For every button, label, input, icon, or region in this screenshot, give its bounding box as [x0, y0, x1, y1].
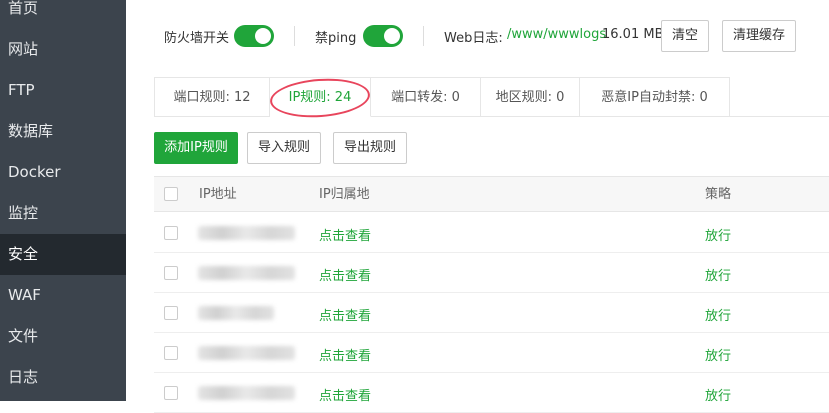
rule-tabs: 端口规则: 12 IP规则: 24 端口转发: 0 地区规则: 0 恶意IP自动… [154, 77, 829, 117]
clear-cache-button[interactable]: 清理缓存 [722, 20, 796, 52]
policy-value[interactable]: 放行 [705, 385, 731, 404]
table-row: 点击查看 放行 [154, 293, 829, 333]
firewall-label: 防火墙开关 [164, 31, 230, 46]
view-location-link[interactable]: 点击查看 [319, 305, 371, 324]
view-location-link[interactable]: 点击查看 [319, 385, 371, 404]
policy-value[interactable]: 放行 [705, 305, 731, 324]
sidebar-item-website[interactable]: 网站 [0, 29, 126, 70]
add-ip-rule-button[interactable]: 添加IP规则 [154, 132, 238, 164]
table-row: 点击查看 放行 [154, 373, 829, 413]
ping-toggle[interactable] [363, 25, 403, 47]
ip-address-redacted [198, 226, 295, 240]
sidebar-item-database[interactable]: 数据库 [0, 111, 126, 152]
sidebar: 首页 网站 FTP 数据库 Docker 监控 安全 WAF 文件 日志 [0, 0, 126, 401]
ip-address-redacted [198, 266, 295, 280]
sidebar-item-waf[interactable]: WAF [0, 275, 126, 316]
divider [294, 26, 295, 46]
row-checkbox[interactable] [164, 346, 178, 360]
weblog-label: Web日志: [444, 31, 503, 46]
clear-log-button[interactable]: 清空 [661, 20, 709, 52]
ip-address-redacted [198, 306, 274, 320]
tab-malicious-ip-ban[interactable]: 恶意IP自动封禁: 0 [580, 77, 730, 117]
sidebar-item-ftp[interactable]: FTP [0, 70, 126, 111]
select-all-checkbox[interactable] [164, 187, 178, 201]
table-header: IP地址 IP归属地 策略 [154, 176, 829, 212]
security-toolbar: 防火墙开关 禁ping Web日志: /www/wwwlogs 16.01 MB… [126, 20, 829, 52]
sidebar-item-docker[interactable]: Docker [0, 152, 126, 193]
weblog-size: 16.01 MB [602, 27, 664, 42]
column-ip-address: IP地址 [199, 187, 237, 202]
view-location-link[interactable]: 点击查看 [319, 225, 371, 244]
sidebar-item-monitor[interactable]: 监控 [0, 193, 126, 234]
column-ip-location: IP归属地 [319, 187, 370, 202]
firewall-toggle[interactable] [234, 25, 274, 47]
row-checkbox[interactable] [164, 266, 178, 280]
row-checkbox[interactable] [164, 386, 178, 400]
ip-address-redacted [198, 386, 295, 400]
weblog-path-link[interactable]: /www/wwwlogs [507, 27, 606, 42]
table-row: 点击查看 放行 [154, 253, 829, 293]
policy-value[interactable]: 放行 [705, 265, 731, 284]
column-policy: 策略 [705, 187, 732, 202]
divider [423, 26, 424, 46]
export-rules-button[interactable]: 导出规则 [333, 132, 407, 164]
tab-port-rules[interactable]: 端口规则: 12 [154, 77, 270, 117]
import-rules-button[interactable]: 导入规则 [247, 132, 321, 164]
policy-value[interactable]: 放行 [705, 345, 731, 364]
tab-region-rules[interactable]: 地区规则: 0 [481, 77, 580, 117]
sidebar-item-files[interactable]: 文件 [0, 316, 126, 357]
row-checkbox[interactable] [164, 306, 178, 320]
view-location-link[interactable]: 点击查看 [319, 265, 371, 284]
row-checkbox[interactable] [164, 226, 178, 240]
view-location-link[interactable]: 点击查看 [319, 345, 371, 364]
sidebar-item-security[interactable]: 安全 [0, 234, 126, 275]
table-row: 点击查看 放行 [154, 213, 829, 253]
sidebar-item-logs[interactable]: 日志 [0, 357, 126, 398]
ping-label: 禁ping [315, 31, 357, 46]
policy-value[interactable]: 放行 [705, 225, 731, 244]
sidebar-item-home[interactable]: 首页 [0, 0, 126, 29]
ip-rules-table: IP地址 IP归属地 策略 点击查看 放行 点击查看 放行 点击查看 放行 点击… [154, 176, 829, 413]
table-row: 点击查看 放行 [154, 333, 829, 373]
ip-address-redacted [198, 346, 295, 360]
tab-port-forward[interactable]: 端口转发: 0 [371, 77, 481, 117]
main-panel: 防火墙开关 禁ping Web日志: /www/wwwlogs 16.01 MB… [126, 0, 829, 413]
